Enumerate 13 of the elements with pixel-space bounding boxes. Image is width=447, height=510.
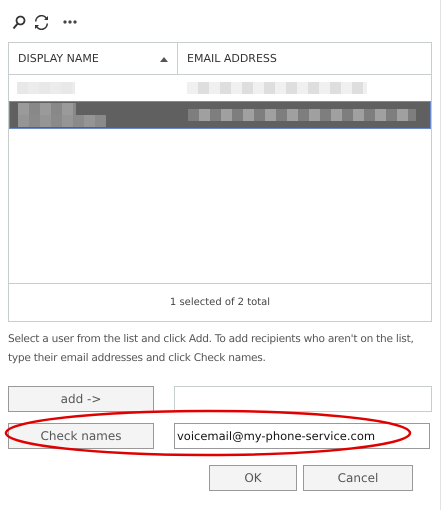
ok-button[interactable]: OK	[209, 465, 297, 491]
recipient-field[interactable]	[174, 386, 432, 412]
instructions-text: Select a user from the list and click Add. To add recipients who aren't on the list, type their email addresses and click Check names.	[8, 332, 415, 366]
more-icon[interactable]	[63, 20, 77, 24]
check-names-button[interactable]: Check names	[8, 423, 154, 449]
column-header[interactable]: EMAIL ADDRESS	[178, 43, 431, 74]
cancel-button[interactable]: Cancel	[303, 465, 413, 491]
selection-count: 1 selected of 2 total	[170, 297, 270, 308]
email-field[interactable]: voicemail@my-phone-service.com	[174, 423, 430, 449]
search-icon[interactable]	[12, 14, 26, 30]
column-header[interactable]: DISPLAY NAME	[9, 43, 178, 74]
add-button[interactable]: add ->	[8, 386, 154, 412]
refresh-icon[interactable]	[34, 14, 49, 30]
